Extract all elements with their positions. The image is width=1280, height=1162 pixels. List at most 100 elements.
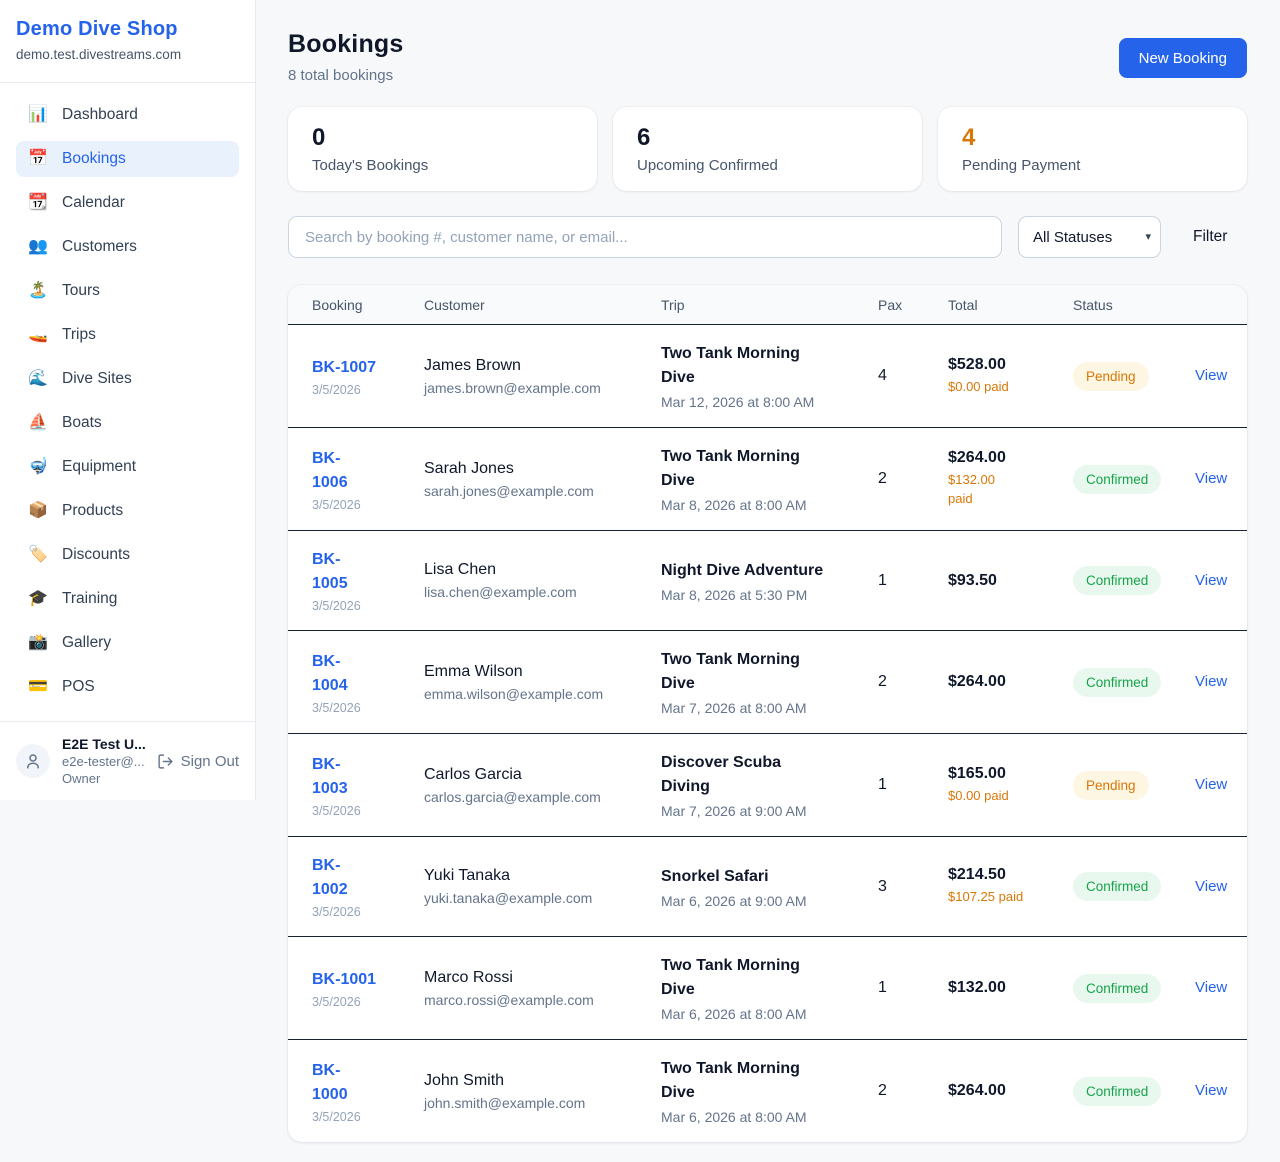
page-title: Bookings [288,30,404,59]
total-amount: $264.00 [948,449,1059,467]
trip-datetime: Mar 12, 2026 at 8:00 AM [661,394,864,410]
dashboard-icon: 📊 [28,107,48,123]
booking-id-link[interactable]: BK-1007 [312,359,376,376]
booking-id-link[interactable]: BK- 1003 [312,756,348,797]
booking-id-link[interactable]: BK- 1004 [312,653,348,694]
sidebar-item-equipment[interactable]: 🤿 Equipment [16,449,239,485]
booking-id-link[interactable]: BK- 1002 [312,857,348,898]
status-badge: Pending [1073,771,1149,800]
sidebar-item-boats[interactable]: ⛵ Boats [16,405,239,441]
booking-id-link[interactable]: BK- 1006 [312,450,348,491]
trip-name: Two Tank Morning Dive [661,342,864,390]
table-header-row: BookingCustomerTripPaxTotalStatus [288,285,1247,325]
bookings-icon: 📅 [28,151,48,167]
logout-icon [157,753,174,770]
boats-icon: ⛵ [28,415,48,431]
brand-name[interactable]: Demo Dive Shop [16,18,239,41]
training-icon: 🎓 [28,591,48,607]
sidebar-item-training[interactable]: 🎓 Training [16,581,239,617]
table-row: BK- 1004 3/5/2026 Emma Wilson emma.wilso… [288,631,1247,734]
page-subtitle: 8 total bookings [288,67,404,84]
total-amount: $132.00 [948,979,1059,997]
view-link[interactable]: View [1195,572,1227,589]
sidebar-item-label: Gallery [62,634,111,652]
view-link[interactable]: View [1195,878,1227,895]
booking-date: 3/5/2026 [312,995,410,1009]
trip-name: Two Tank Morning Dive [661,648,864,696]
pos-icon: 💳 [28,679,48,695]
booking-date: 3/5/2026 [312,701,410,715]
sidebar-item-pos[interactable]: 💳 POS [16,669,239,705]
view-link[interactable]: View [1195,673,1227,690]
equipment-icon: 🤿 [28,459,48,475]
sign-out-button[interactable]: Sign Out [157,753,239,770]
customer-email: yuki.tanaka@example.com [424,890,647,906]
table-row: BK- 1002 3/5/2026 Yuki Tanaka yuki.tanak… [288,837,1247,937]
view-link[interactable]: View [1195,776,1227,793]
user-icon [24,752,42,770]
booking-id-link[interactable]: BK-1001 [312,971,376,988]
search-input[interactable] [288,216,1002,258]
table-row: BK-1007 3/5/2026 James Brown james.brown… [288,325,1247,428]
customer-email: sarah.jones@example.com [424,483,647,499]
sidebar-item-label: Trips [62,326,96,344]
column-header: Status [1073,297,1195,313]
total-amount: $264.00 [948,673,1059,691]
sidebar-item-products[interactable]: 📦 Products [16,493,239,529]
status-filter-select[interactable]: All Statuses [1018,216,1161,258]
stat-label: Upcoming Confirmed [637,157,898,174]
sidebar-item-customers[interactable]: 👥 Customers [16,229,239,265]
booking-date: 3/5/2026 [312,905,410,919]
customer-name: Carlos Garcia [424,766,647,784]
customer-name: Lisa Chen [424,561,647,579]
table-row: BK- 1006 3/5/2026 Sarah Jones sarah.jone… [288,428,1247,531]
new-booking-button[interactable]: New Booking [1119,38,1247,78]
customers-icon: 👥 [28,239,48,255]
customer-name: Yuki Tanaka [424,867,647,885]
sidebar-item-label: Products [62,502,123,520]
trip-datetime: Mar 7, 2026 at 9:00 AM [661,803,864,819]
amount-paid: $0.00 paid [948,378,1059,397]
status-badge: Confirmed [1073,872,1161,901]
view-link[interactable]: View [1195,470,1227,487]
sidebar-item-discounts[interactable]: 🏷️ Discounts [16,537,239,573]
booking-date: 3/5/2026 [312,383,410,397]
sidebar-item-label: Boats [62,414,102,432]
sidebar-item-bookings[interactable]: 📅 Bookings [16,141,239,177]
trip-datetime: Mar 7, 2026 at 8:00 AM [661,700,864,716]
sidebar: Demo Dive Shop demo.test.divestreams.com… [0,0,256,800]
column-header: Customer [424,297,661,313]
user-name: E2E Test U... [62,736,145,752]
booking-id-link[interactable]: BK- 1005 [312,551,348,592]
sidebar-item-trips[interactable]: 🚤 Trips [16,317,239,353]
column-header: Booking [312,297,424,313]
customer-email: emma.wilson@example.com [424,686,647,702]
total-amount: $214.50 [948,866,1059,884]
sidebar-item-calendar[interactable]: 📆 Calendar [16,185,239,221]
stat-card: 6 Upcoming Confirmed [613,107,922,191]
products-icon: 📦 [28,503,48,519]
user-email: e2e-tester@... [62,754,145,769]
column-header: Pax [878,297,948,313]
status-badge: Pending [1073,362,1149,391]
trip-name: Discover Scuba Diving [661,751,864,799]
stat-card: 0 Today's Bookings [288,107,597,191]
status-badge: Confirmed [1073,566,1161,595]
customer-email: james.brown@example.com [424,380,647,396]
filter-button[interactable]: Filter [1193,228,1227,246]
booking-date: 3/5/2026 [312,1110,410,1124]
sidebar-item-gallery[interactable]: 📸 Gallery [16,625,239,661]
sidebar-item-dive-sites[interactable]: 🌊 Dive Sites [16,361,239,397]
booking-id-link[interactable]: BK- 1000 [312,1062,348,1103]
pax-count: 4 [878,367,948,385]
view-link[interactable]: View [1195,367,1227,384]
trip-datetime: Mar 8, 2026 at 5:30 PM [661,587,864,603]
sidebar-item-dashboard[interactable]: 📊 Dashboard [16,97,239,133]
sidebar-nav: 📊 Dashboard 📅 Bookings 📆 Calendar 👥 Cust… [0,83,255,713]
user-role: Owner [62,771,145,786]
table-row: BK- 1005 3/5/2026 Lisa Chen lisa.chen@ex… [288,531,1247,631]
view-link[interactable]: View [1195,979,1227,996]
sidebar-item-tours[interactable]: 🏝️ Tours [16,273,239,309]
sidebar-item-label: Tours [62,282,100,300]
view-link[interactable]: View [1195,1082,1227,1099]
